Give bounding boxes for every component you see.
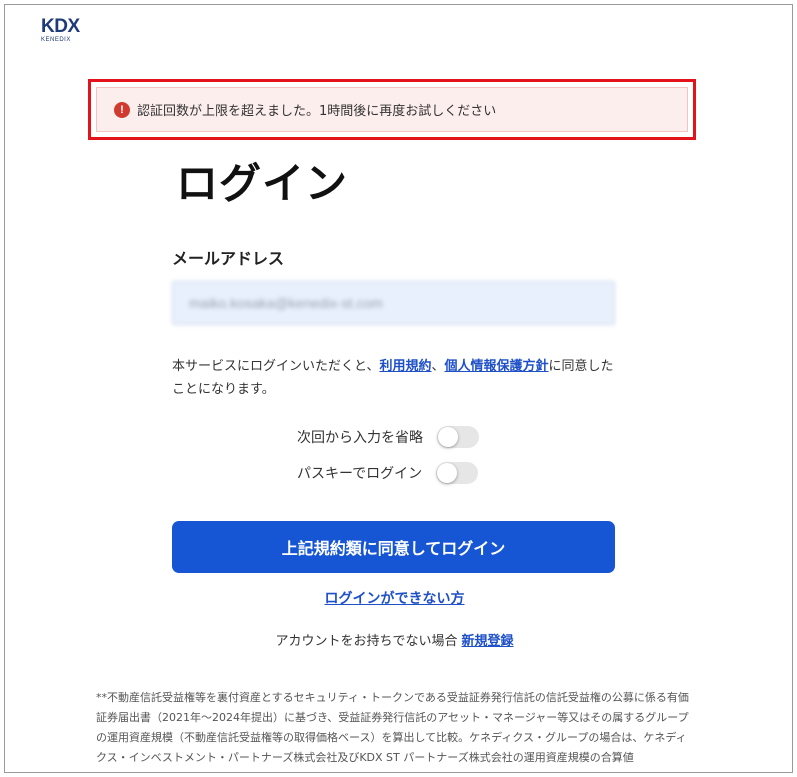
logo-sub-text: KENEDIX: [41, 37, 71, 43]
toggle-knob: [437, 463, 458, 483]
passkey-toggle[interactable]: [436, 462, 479, 484]
skip-input-option: 次回から入力を省略: [297, 426, 479, 448]
passkey-label: パスキーでログイン: [297, 466, 423, 482]
email-label: メールアドレス: [172, 249, 285, 268]
passkey-option: パスキーでログイン: [297, 462, 479, 484]
disclaimer-text: **不動産信託受益権等を裏付資産とするセキュリティ・トークンである受益証券発行信…: [96, 691, 689, 764]
skip-input-toggle[interactable]: [437, 426, 479, 448]
terms-text-before: 本サービスにログインいただくと、: [172, 359, 380, 374]
terms-of-use-link[interactable]: 利用規約: [379, 359, 431, 374]
toggle-knob: [438, 427, 458, 447]
agree-and-login-button[interactable]: 上記規約類に同意してログイン: [172, 521, 615, 573]
register-row: アカウントをお持ちでない場合 新規登録: [0, 630, 789, 649]
logo-main-text: KDX: [41, 16, 80, 37]
page-title: ログイン: [176, 159, 349, 208]
skip-input-label: 次回から入力を省略: [297, 430, 423, 446]
terms-separator: 、: [431, 359, 445, 374]
privacy-policy-link[interactable]: 個人情報保護方針: [445, 359, 549, 374]
exclamation-circle-icon: !: [114, 101, 130, 118]
cant-login-link[interactable]: ログインができない方: [325, 591, 465, 607]
cant-login-row: ログインができない方: [0, 588, 789, 608]
error-alert: ! 認証回数が上限を超えました。1時間後に再度お試しください: [96, 87, 688, 132]
no-account-text: アカウントをお持ちでない場合: [275, 634, 458, 649]
email-input[interactable]: [172, 281, 615, 325]
alert-message: 認証回数が上限を超えました。1時間後に再度お試しください: [137, 104, 497, 119]
kdx-logo[interactable]: KDX KENEDIX: [41, 17, 101, 47]
terms-notice: 本サービスにログインいただくと、利用規約、個人情報保護方針に同意したことになりま…: [172, 355, 622, 401]
register-link[interactable]: 新規登録: [462, 634, 514, 649]
